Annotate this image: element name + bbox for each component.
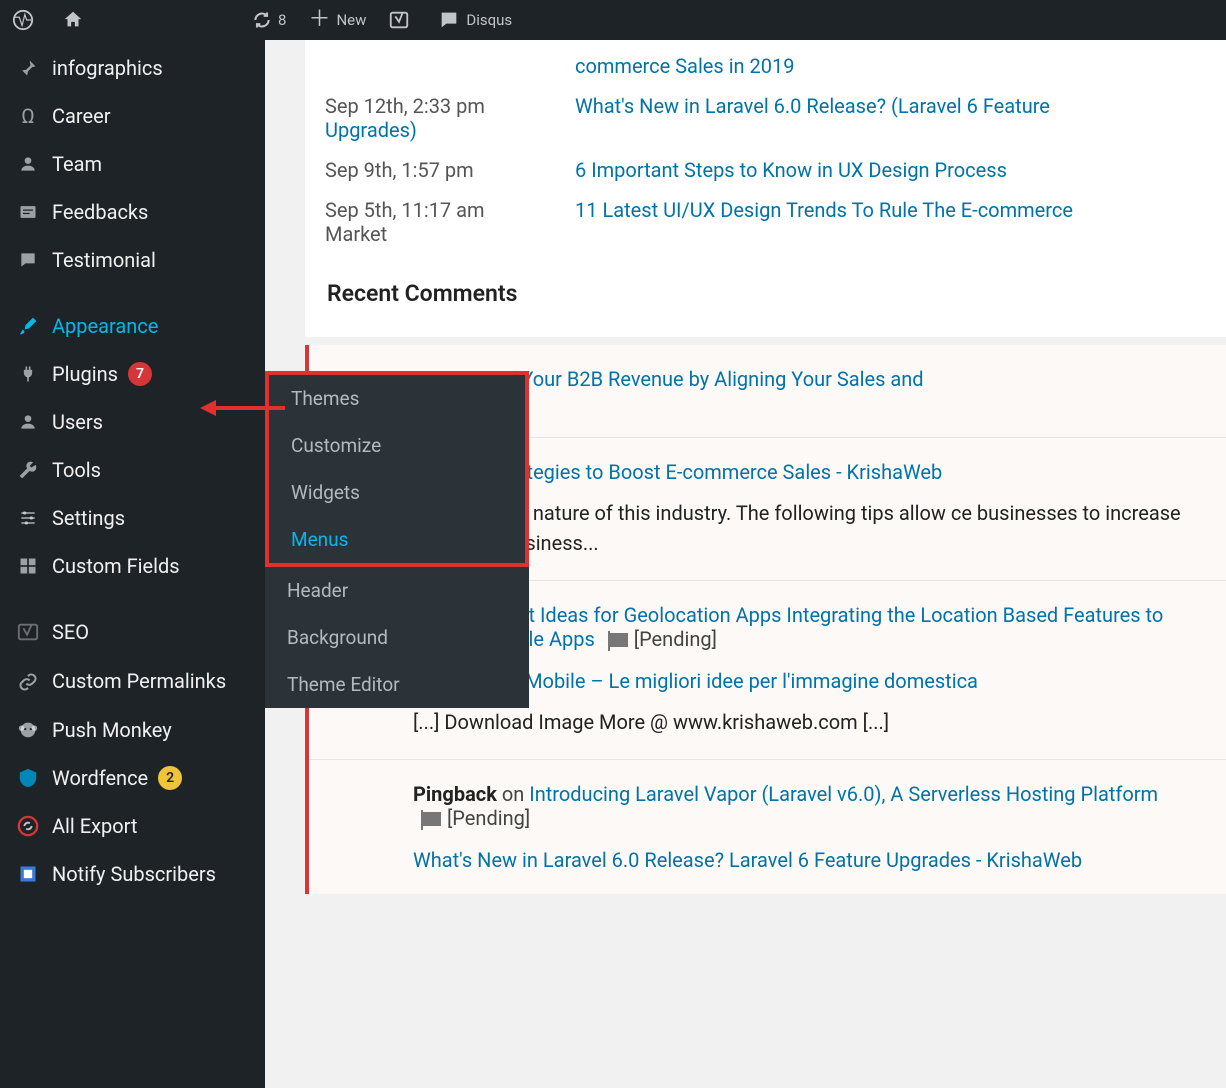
sidebar-item-custom-permalinks[interactable]: Custom Permalinks	[0, 656, 265, 706]
submenu-item-menus[interactable]: Menus	[269, 516, 525, 563]
users-icon	[14, 154, 42, 174]
refresh-count[interactable]: 8	[252, 10, 286, 30]
recent-comments-heading: Recent Comments	[325, 254, 1206, 317]
post-link-wrap: Market	[325, 222, 387, 246]
sidebar-item-notify-subscribers[interactable]: Notify Subscribers	[0, 850, 265, 898]
link-icon	[14, 672, 42, 692]
sidebar-item-wordfence[interactable]: Wordfence 2	[0, 754, 265, 802]
appearance-submenu: Themes Customize Widgets Menus Header Ba…	[265, 371, 529, 708]
grid-icon	[14, 556, 42, 576]
submenu-item-header[interactable]: Header	[265, 567, 529, 614]
post-row: Sep 12th, 2:33 pmUpgrades) What's New in…	[325, 86, 1206, 150]
submenu-item-background[interactable]: Background	[265, 614, 529, 661]
sidebar-item-label: Feedbacks	[52, 200, 148, 224]
comment-prefix: Pingback	[413, 782, 497, 806]
wordfence-badge: 2	[158, 766, 182, 790]
sidebar-item-label: Custom Permalinks	[52, 668, 226, 694]
post-link[interactable]: 11 Latest UI/UX Design Trends To Rule Th…	[575, 198, 1073, 222]
sidebar-item-all-export[interactable]: All Export	[0, 802, 265, 850]
sidebar-item-label: Custom Fields	[52, 554, 180, 578]
refresh-count-value: 8	[278, 11, 286, 29]
home-icon[interactable]	[62, 9, 90, 31]
comment-post-link[interactable]: Introducing Laravel Vapor (Laravel v6.0)…	[529, 782, 1158, 806]
post-date: Sep 9th, 1:57 pm	[325, 158, 575, 182]
sidebar-item-label: Tools	[52, 458, 101, 482]
post-link[interactable]: 6 Important Steps to Know in UX Design P…	[575, 158, 1007, 182]
comment-pending: [Pending]	[447, 806, 530, 830]
sidebar-item-career[interactable]: Ω Career	[0, 92, 265, 140]
plugin-icon	[14, 364, 42, 384]
recent-posts-card: commerce Sales in 2019 Sep 12th, 2:33 pm…	[305, 40, 1226, 337]
sidebar-item-infographics[interactable]: infographics	[0, 44, 265, 92]
new-label: New	[336, 11, 366, 29]
sidebar-item-label: Push Monkey	[52, 718, 172, 742]
sidebar-item-plugins[interactable]: Plugins 7	[0, 350, 265, 398]
post-date: Sep 5th, 11:17 am	[325, 198, 485, 222]
sidebar-item-seo[interactable]: SEO	[0, 608, 265, 656]
sidebar-item-label: All Export	[52, 814, 137, 838]
flag-icon	[423, 812, 441, 826]
pin-icon	[14, 58, 42, 78]
sidebar-item-custom-fields[interactable]: Custom Fields	[0, 542, 265, 590]
disqus-button[interactable]: Disqus	[438, 9, 512, 31]
sidebar-item-label: Appearance	[52, 314, 158, 338]
disqus-label: Disqus	[466, 11, 512, 29]
sidebar-item-label: Wordfence	[52, 766, 148, 790]
sidebar-item-label: Testimonial	[52, 248, 156, 272]
comment-body: the changing nature of this industry. Th…	[413, 498, 1196, 558]
post-link[interactable]: What's New in Laravel 6.0 Release? (Lara…	[575, 94, 1050, 118]
sidebar-item-label: infographics	[52, 56, 163, 80]
admin-sidebar: infographics Ω Career Team Feedbacks Tes…	[0, 40, 265, 1088]
sidebar-item-push-monkey[interactable]: Push Monkey	[0, 706, 265, 754]
sidebar-item-label: Plugins	[52, 362, 118, 386]
submenu-item-themes[interactable]: Themes	[269, 375, 525, 422]
flag-icon	[610, 633, 628, 647]
submenu-item-customize[interactable]: Customize	[269, 422, 525, 469]
wordfence-icon	[14, 767, 42, 789]
sidebar-item-label: Notify Subscribers	[52, 862, 216, 886]
sidebar-item-users[interactable]: Users	[0, 398, 265, 446]
post-row: Sep 9th, 1:57 pm 6 Important Steps to Kn…	[325, 150, 1206, 190]
sidebar-item-label: Team	[52, 152, 102, 176]
sidebar-item-appearance[interactable]: Appearance	[0, 302, 265, 350]
comment-item: Pingback on Introducing Laravel Vapor (L…	[309, 759, 1226, 894]
yoast-icon[interactable]	[388, 9, 416, 31]
submenu-item-theme-editor[interactable]: Theme Editor	[265, 661, 529, 708]
sidebar-item-feedbacks[interactable]: Feedbacks	[0, 188, 265, 236]
wordpress-logo[interactable]	[12, 9, 40, 31]
plugins-badge: 7	[128, 362, 152, 386]
submenu-item-widgets[interactable]: Widgets	[269, 469, 525, 516]
wrench-icon	[14, 460, 42, 480]
sidebar-item-label: Settings	[52, 506, 125, 530]
sidebar-item-label: SEO	[52, 620, 89, 644]
admin-topbar: 8 ＋ New Disqus	[0, 0, 1226, 40]
testimonial-icon	[14, 250, 42, 270]
sidebar-item-label: Users	[52, 410, 103, 434]
comment-sub-link[interactable]: What's New in Laravel 6.0 Release? Larav…	[413, 848, 1196, 872]
seo-icon	[14, 621, 42, 643]
omega-icon: Ω	[14, 104, 42, 128]
sidebar-item-settings[interactable]: Settings	[0, 494, 265, 542]
user-icon	[14, 412, 42, 432]
sliders-icon	[14, 508, 42, 528]
sidebar-item-team[interactable]: Team	[0, 140, 265, 188]
comment-body: [...] Download Image More @ www.krishawe…	[413, 707, 1196, 737]
comment-sub-link[interactable]: Geolocation Mobile – Le migliori idee pe…	[413, 669, 1196, 693]
feedback-icon	[14, 202, 42, 222]
monkey-icon	[14, 719, 42, 741]
new-button[interactable]: ＋ New	[308, 9, 366, 31]
post-link[interactable]: commerce Sales in 2019	[575, 54, 795, 78]
post-date: Sep 12th, 2:33 pm	[325, 94, 485, 118]
post-row: commerce Sales in 2019	[325, 46, 1206, 86]
sidebar-item-label: Career	[52, 104, 110, 128]
comment-on-text: on	[497, 782, 529, 806]
notify-icon	[14, 864, 42, 884]
post-row: Sep 5th, 11:17 amMarket 11 Latest UI/UX …	[325, 190, 1206, 254]
sidebar-item-tools[interactable]: Tools	[0, 446, 265, 494]
sidebar-item-testimonial[interactable]: Testimonial	[0, 236, 265, 284]
export-icon	[14, 815, 42, 837]
post-link-wrap[interactable]: Upgrades)	[325, 118, 417, 142]
comment-pending: [Pending]	[634, 627, 717, 651]
brush-icon	[14, 316, 42, 336]
